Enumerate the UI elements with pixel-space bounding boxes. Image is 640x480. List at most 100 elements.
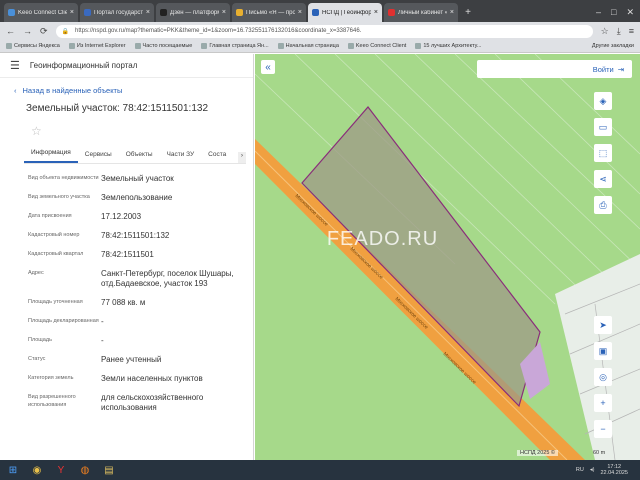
locate-icon[interactable]: ◎ (594, 368, 612, 386)
attribute-value: - (101, 317, 104, 326)
url-text: https://nspd.gov.ru/map?thematic=PKK&the… (75, 28, 362, 34)
reload-icon[interactable]: ⟳ (40, 26, 48, 37)
browser-tab[interactable]: Дзен — платформа× (156, 3, 230, 22)
address-bar[interactable]: 🔒 https://nspd.gov.ru/map?thematic=PKK&t… (55, 24, 593, 38)
tab-title: Письмо «Я — про (246, 9, 295, 16)
login-button[interactable]: Войти ⇥ (477, 60, 632, 78)
bookmark-label: Сервисы Яндекса (14, 43, 60, 49)
system-tray: RU ◂) 17:12 22.04.2025 (576, 464, 640, 476)
close-window-icon[interactable]: ✕ (626, 2, 634, 22)
info-tab[interactable]: Соста (201, 151, 233, 163)
tab-close-icon[interactable]: × (222, 9, 226, 16)
attribute-label: Дата присвоения (28, 213, 72, 219)
bookmark-label: Keeo Connect Client (355, 43, 407, 49)
zoom-out-button[interactable]: − (594, 420, 612, 438)
tabs-scroll-right-icon[interactable]: › (237, 152, 246, 163)
tab-close-icon[interactable]: × (70, 9, 74, 16)
bookmark-item[interactable]: 15 лучших Архитекту... (415, 43, 481, 49)
file-explorer-icon[interactable]: ▤ (100, 462, 118, 478)
bookmark-label: Часто посещаемые (142, 43, 193, 49)
windows-start-icon[interactable]: ⊞ (4, 462, 22, 478)
attribute-label: Кадастровый квартал (28, 251, 84, 257)
attribute-label: Вид разрешенного использования (28, 394, 76, 408)
tab-favicon-icon (236, 9, 243, 16)
menu-icon[interactable]: ≡ (629, 26, 634, 36)
attribute-list: Вид объекта недвижимости Земельный участо… (0, 174, 253, 413)
back-to-results-link[interactable]: ‹ Назад в найденные объекты (14, 86, 253, 95)
card-icon[interactable]: ▭ (594, 118, 612, 136)
zoom-in-button[interactable]: + (594, 394, 612, 412)
lock-icon: 🔒 (61, 28, 70, 35)
browser-tab[interactable]: Keeo Connect Client× (4, 3, 78, 22)
yandex-browser-icon[interactable]: Y (52, 462, 70, 478)
bookmark-item[interactable]: Главная страница Ян... (201, 43, 269, 49)
parcel-outline[interactable] (301, 106, 541, 408)
window-controls: – □ ✕ (590, 2, 640, 22)
bookmark-item[interactable]: Начальная страница (277, 43, 339, 49)
collapse-panel-button[interactable]: « (261, 60, 275, 74)
attribute-label: Площадь декларированная (28, 318, 99, 324)
bookmark-item[interactable]: Keeo Connect Client (347, 43, 407, 49)
attribute-row: Адрес Санкт-Петербург, поселок Шушары, от… (0, 269, 253, 289)
attribute-row: Категория земель Земли населенных пунктов (0, 374, 253, 384)
browser-tab[interactable]: Портал государств × (80, 3, 154, 22)
printer-icon[interactable]: ⎙ (594, 196, 612, 214)
tab-title: Портал государств (94, 9, 143, 16)
chrome-icon[interactable]: ◉ (28, 462, 46, 478)
attribute-row: Кадастровый номер 78:42:1511501:132 (0, 231, 253, 241)
back-label: Назад в найденные объекты (22, 86, 123, 95)
forward-arrow-icon[interactable]: → (23, 26, 32, 36)
bookmark-item[interactable]: Сервисы Яндекса (6, 43, 60, 49)
maximize-icon[interactable]: □ (611, 2, 616, 22)
info-tab[interactable]: Информация (24, 149, 78, 163)
info-tab[interactable]: Сервисы (78, 151, 119, 163)
attribute-label: Кадастровый номер (28, 232, 80, 238)
bookmark-folder-icon (134, 43, 141, 49)
volume-icon[interactable]: ◂) (590, 467, 595, 473)
new-tab-button[interactable]: + (460, 3, 476, 22)
tab-close-icon[interactable]: × (374, 9, 378, 16)
browser-tab[interactable]: Личный кабинет «× (384, 3, 458, 22)
tab-close-icon[interactable]: × (450, 9, 454, 16)
map-canvas[interactable]: Московское шоссе Московское шоссе Москов… (255, 54, 640, 460)
watermark: FEADO.RU (326, 228, 439, 250)
map-view[interactable]: Московское шоссе Московское шоссе Москов… (255, 54, 640, 460)
browser-tab[interactable]: Письмо «Я — про × (232, 3, 306, 22)
navigate-icon[interactable]: ➤ (594, 316, 612, 334)
firefox-icon[interactable]: ◍ (76, 462, 94, 478)
bookmark-folder-icon (277, 43, 284, 49)
bookmark-folder-icon (347, 43, 354, 49)
layers-icon[interactable]: ◈ (594, 92, 612, 110)
attribute-label: Площадь уточненная (28, 299, 83, 305)
bookmark-star-icon[interactable]: ☆ (601, 26, 609, 37)
clock[interactable]: 17:12 22.04.2025 (600, 464, 628, 476)
tab-close-icon[interactable]: × (298, 9, 302, 16)
bookmark-item[interactable]: Часто посещаемые (134, 43, 193, 49)
browser-tab[interactable]: НСПД | Геоинформ × (308, 3, 382, 22)
share-icon[interactable]: ⋖ (594, 170, 612, 188)
attribute-value: Землепользование (101, 193, 173, 202)
minimap-icon[interactable]: ▣ (594, 342, 612, 360)
attribute-label: Статус (28, 356, 46, 362)
info-tab[interactable]: Объекты (119, 151, 160, 163)
download-icon[interactable]: ⤓ (617, 26, 621, 37)
portal-title: Геоинформационный портал (29, 61, 138, 70)
other-bookmarks[interactable]: Другие закладки (592, 43, 634, 49)
info-tab[interactable]: Части ЗУ (160, 151, 202, 163)
attribute-value: Земельный участок (101, 174, 174, 183)
print-area-icon[interactable]: ⬚ (594, 144, 612, 162)
language-indicator[interactable]: RU (576, 467, 584, 473)
hamburger-menu-icon[interactable]: ☰ (10, 59, 20, 72)
back-arrow-icon[interactable]: ← (6, 26, 15, 36)
attribute-label: Адрес (28, 270, 44, 276)
attribute-value: 17.12.2003 (101, 212, 142, 221)
attribute-row: Дата присвоения 17.12.2003 (0, 212, 253, 222)
tab-favicon-icon (312, 9, 319, 16)
tab-close-icon[interactable]: × (146, 9, 150, 16)
clock-date: 22.04.2025 (600, 470, 628, 476)
tab-title: НСПД | Геоинформ (322, 9, 371, 16)
minimize-icon[interactable]: – (596, 2, 601, 22)
bookmark-item[interactable]: Из Internet Explorer (68, 43, 126, 49)
attribute-value: 78:42:1511501 (101, 250, 154, 259)
favorite-star-icon[interactable]: ☆ (31, 124, 253, 138)
